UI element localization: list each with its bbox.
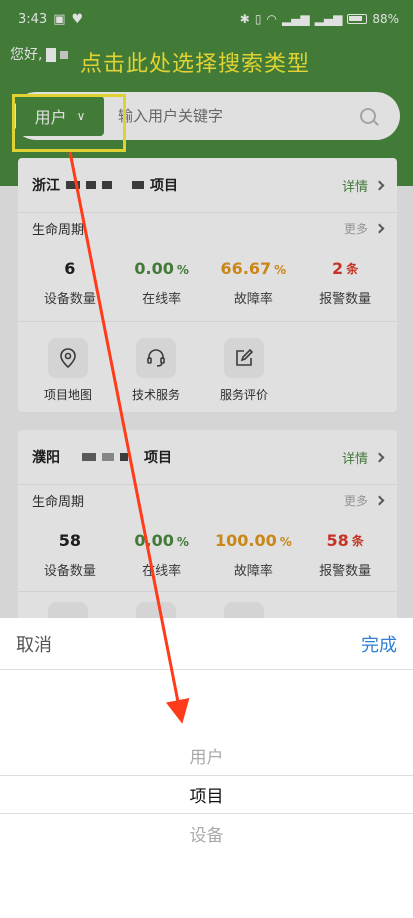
cancel-button[interactable]: 取消	[16, 631, 52, 657]
done-button[interactable]: 完成	[361, 631, 397, 657]
picker-toolbar: 取消 完成	[0, 618, 413, 670]
picker-sheet: 取消 完成 用户 项目 设备	[0, 618, 413, 918]
picker-option[interactable]: 设备	[0, 814, 413, 853]
picker-options[interactable]: 用户 项目 设备	[0, 736, 413, 853]
picker-option-selected[interactable]: 项目	[0, 775, 413, 814]
picker-option[interactable]: 用户	[0, 736, 413, 775]
